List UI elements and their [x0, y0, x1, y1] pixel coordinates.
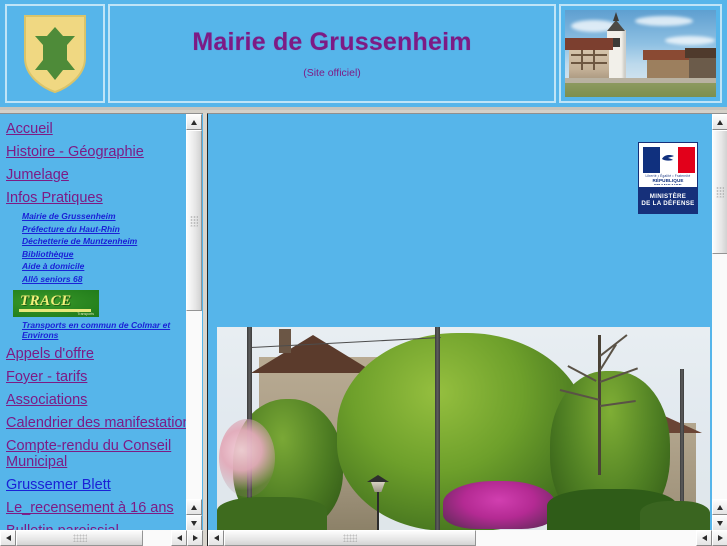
page-subtitle: (Site officiel)	[303, 67, 361, 79]
ministry-line-2: DE LA DÉFENSE	[641, 200, 695, 207]
main-frame-vertical-scrollbar[interactable]	[712, 114, 727, 531]
coat-of-arms-cell	[5, 4, 105, 103]
sidebar-item-histoire-geographie[interactable]: Histoire - Géographie	[6, 144, 186, 160]
scroll-grip-icon	[716, 186, 724, 198]
main-hscroll-right-button[interactable]	[712, 530, 727, 546]
arrow-up-icon	[191, 119, 197, 125]
header-village-photo	[565, 10, 716, 97]
arrow-up-icon	[191, 504, 197, 510]
scroll-grip-icon	[190, 215, 198, 226]
header-photo-cell	[559, 4, 722, 103]
sidebar-item-associations[interactable]: Associations	[6, 392, 186, 408]
sidebar-item-calendrier-des-manifestations[interactable]: Calendrier des manifestations	[6, 415, 186, 431]
photo-street-lamp	[367, 475, 389, 531]
arrow-right-icon	[717, 535, 723, 541]
trace-logo-subtext: Transports	[77, 311, 94, 316]
photo-shrub-3	[640, 501, 710, 531]
ministry-of-defense-badge[interactable]: Liberté • Égalité • Fraternité RÉPUBLIQU…	[638, 142, 698, 214]
main-frame-horizontal-scrollbar[interactable]	[208, 530, 727, 546]
sidebar-item-foyer-tarifs[interactable]: Foyer - tarifs	[6, 369, 186, 385]
sidebar-logo-caption-wrapper: Transports en commun de Colmar et Enviro…	[6, 320, 186, 340]
left-frame-horizontal-scrollbar[interactable]	[0, 530, 203, 546]
header-inner: Mairie de Grussenheim (Site officiel)	[5, 4, 722, 103]
sidebar-item-jumelage[interactable]: Jumelage	[6, 167, 186, 183]
arrow-up-icon	[717, 504, 723, 510]
photo-bare-tree	[546, 334, 656, 475]
main-content-frame: Liberté • Égalité • Fraternité RÉPUBLIQU…	[207, 113, 727, 546]
main-hscroll-thumb[interactable]	[224, 530, 476, 546]
left-scroll-down-button[interactable]	[186, 515, 202, 531]
main-content: Liberté • Égalité • Fraternité RÉPUBLIQU…	[208, 114, 710, 531]
sidebar-sublink-prefecture-du-haut-rhin[interactable]: Préfecture du Haut-Rhin	[22, 224, 186, 234]
photo-purple-flowers	[443, 481, 555, 529]
sidebar-nav: Accueil Histoire - Géographie Jumelage I…	[0, 114, 186, 531]
photo-pink-blossoms	[219, 419, 275, 497]
sidebar-sublink-bibliotheque[interactable]: Bibliothèque	[22, 249, 186, 259]
sidebar-item-accueil[interactable]: Accueil	[6, 121, 186, 137]
trace-logo-text: TRACE	[20, 292, 72, 309]
sidebar-sublist-infos-pratiques: Mairie de Grussenheim Préfecture du Haut…	[6, 211, 186, 284]
trace-logo[interactable]: TRACE Transports	[13, 289, 99, 317]
sidebar-item-grussemer-blett[interactable]: Grussemer Blett	[6, 477, 186, 493]
scroll-grip-icon	[343, 534, 357, 542]
ministry-line-1: MINISTÈRE	[649, 193, 687, 200]
arrow-left-icon	[213, 535, 219, 541]
ministry-panel: MINISTÈRE DE LA DÉFENSE	[639, 185, 697, 213]
left-scroll-thumb[interactable]	[186, 130, 202, 311]
main-scroll-up-button-2[interactable]	[712, 499, 727, 515]
french-flag-icon	[643, 147, 695, 173]
photo-pole-center	[435, 327, 440, 531]
left-scroll-up-button[interactable]	[186, 114, 202, 130]
sidebar-sublink-dechetterie-de-muntzenheim[interactable]: Déchetterie de Muntzenheim	[22, 236, 186, 246]
page-header: Mairie de Grussenheim (Site officiel)	[0, 0, 727, 110]
sidebar-item-appels-d-offre[interactable]: Appels d'offre	[6, 346, 186, 362]
main-hscroll-left-button[interactable]	[208, 530, 224, 546]
arrow-up-icon	[717, 119, 723, 125]
left-hscroll-left-button-2[interactable]	[171, 530, 187, 546]
scroll-grip-icon	[72, 534, 87, 542]
sidebar-item-infos-pratiques[interactable]: Infos Pratiques	[6, 190, 186, 206]
main-scroll-down-button[interactable]	[712, 515, 727, 531]
arrow-right-icon	[192, 535, 198, 541]
arrow-left-icon	[176, 535, 182, 541]
photo-chimney	[279, 329, 291, 353]
sidebar-sublink-transports-colmar[interactable]: Transports en commun de Colmar et Enviro…	[22, 320, 186, 340]
main-scroll-thumb[interactable]	[712, 130, 727, 254]
sidebar-frame: Accueil Histoire - Géographie Jumelage I…	[0, 113, 203, 546]
coat-of-arms-icon	[24, 14, 86, 93]
arrow-left-icon	[701, 535, 707, 541]
left-frame-vertical-scrollbar[interactable]	[186, 114, 202, 531]
main-village-photo	[217, 327, 710, 531]
sidebar-item-le-recensement-a-16-ans[interactable]: Le_recensement à 16 ans	[6, 500, 186, 516]
sidebar-sublink-aide-a-domicile[interactable]: Aide à domicile	[22, 261, 186, 271]
page-title: Mairie de Grussenheim	[192, 28, 472, 56]
sidebar-item-compte-rendu-du-conseil-municipal[interactable]: Compte-rendu du Conseil Municipal	[6, 438, 184, 470]
left-hscroll-thumb[interactable]	[16, 530, 143, 546]
arrow-down-icon	[717, 520, 723, 526]
sidebar-sublink-allo-seniors-68[interactable]: Allô seniors 68	[22, 274, 186, 284]
main-hscroll-left-button-2[interactable]	[696, 530, 712, 546]
left-hscroll-left-button[interactable]	[0, 530, 16, 546]
marianne-icon	[662, 155, 675, 161]
sidebar-sublink-mairie-de-grussenheim[interactable]: Mairie de Grussenheim	[22, 211, 186, 221]
arrow-down-icon	[191, 520, 197, 526]
site-title-cell: Mairie de Grussenheim (Site officiel)	[108, 4, 556, 103]
arrow-left-icon	[5, 535, 11, 541]
left-hscroll-right-button[interactable]	[187, 530, 203, 546]
left-scroll-up-button-2[interactable]	[186, 499, 202, 515]
sidebar-content: Accueil Histoire - Géographie Jumelage I…	[0, 114, 186, 531]
main-scroll-up-button[interactable]	[712, 114, 727, 130]
photo-shrub-1	[217, 497, 327, 531]
